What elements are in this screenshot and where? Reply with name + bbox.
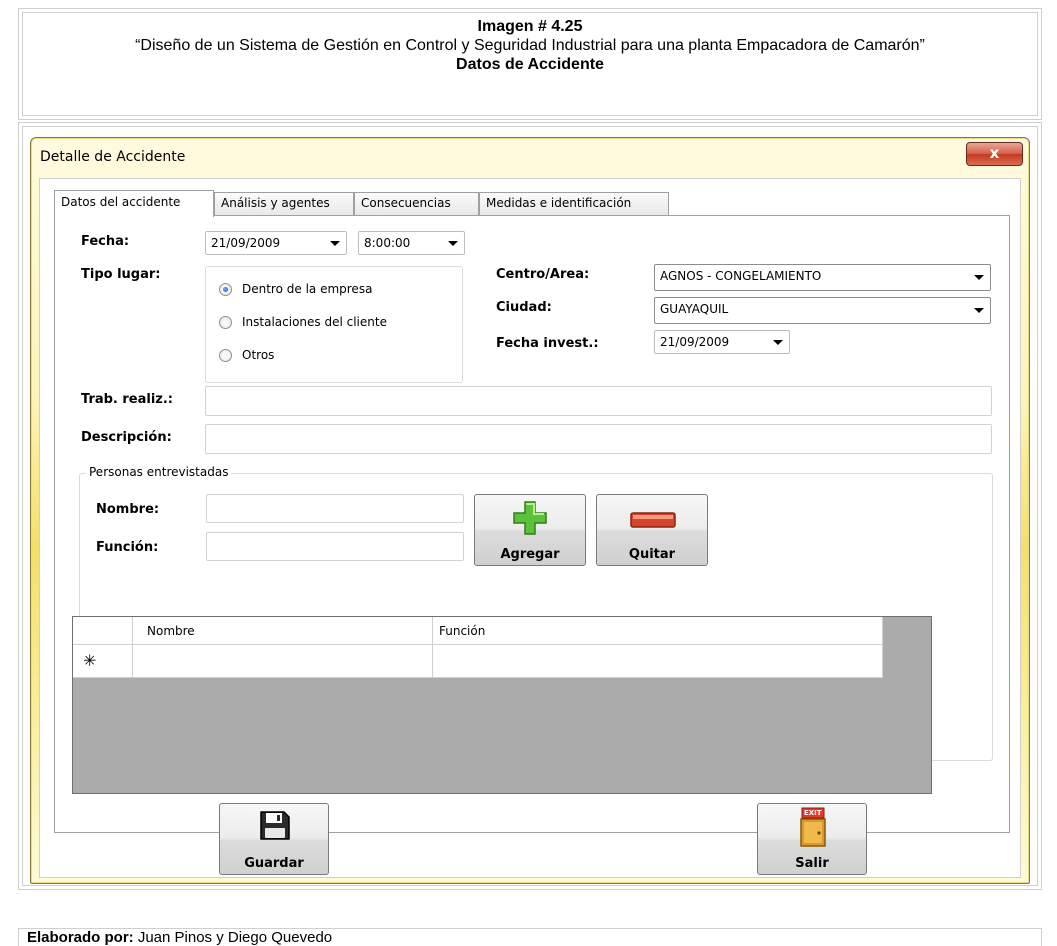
fecha-picker[interactable]: 21/09/2009 (205, 231, 347, 255)
floppy-disk-icon (260, 811, 290, 840)
fecha-value: 21/09/2009 (211, 236, 281, 250)
chevron-down-icon (448, 241, 458, 246)
tipo-lugar-label: Tipo lugar: (81, 267, 161, 282)
quitar-button[interactable]: Quitar (596, 494, 708, 566)
trab-realiz-label: Trab. realiz.: (81, 392, 174, 407)
tipo-lugar-group: Dentro de la empresa Instalaciones del c… (205, 266, 463, 383)
hora-value: 8:00:00 (364, 236, 411, 250)
trab-realiz-input[interactable] (205, 386, 992, 416)
centro-area-select[interactable]: AGNOS - CONGELAMIENTO (654, 264, 991, 291)
quitar-label: Quitar (628, 547, 676, 562)
window-title: Detalle de Accidente (40, 149, 186, 165)
chevron-down-icon (974, 308, 984, 313)
fecha-label: Fecha: (81, 234, 130, 249)
accident-detail-window: Detalle de Accidente x Datos del acciden… (30, 137, 1030, 884)
figure-subtitle: “Diseño de un Sistema de Gestión en Cont… (135, 37, 925, 54)
ciudad-value: GUAYAQUIL (660, 302, 729, 316)
minus-icon (630, 512, 676, 528)
footer-authors: Juan Pinos y Diego Quevedo (133, 929, 333, 946)
hora-picker[interactable]: 8:00:00 (358, 231, 465, 255)
radio-selected-icon (219, 283, 232, 296)
column-header-nombre[interactable]: Nombre (133, 617, 433, 645)
radio-label: Instalaciones del cliente (242, 315, 387, 329)
group-title: Personas entrevistadas (86, 465, 232, 479)
tab-datos-accidente[interactable]: Datos del accidente (54, 190, 214, 217)
plus-icon (513, 501, 547, 535)
radio-unselected-icon (219, 316, 232, 329)
document-header: Imagen # 4.25 “Diseño de un Sistema de G… (18, 8, 1042, 120)
guardar-label: Guardar (244, 856, 304, 871)
agregar-button[interactable]: Agregar (474, 494, 586, 566)
chevron-down-icon (974, 275, 984, 280)
fecha-invest-value: 21/09/2009 (660, 335, 730, 349)
descripcion-input[interactable] (205, 424, 992, 454)
ciudad-label: Ciudad: (496, 300, 552, 315)
descripcion-label: Descripción: (81, 430, 172, 445)
close-icon: x (989, 144, 1000, 162)
salir-button[interactable]: EXIT Salir (757, 803, 867, 875)
salir-label: Salir (795, 856, 829, 871)
fecha-invest-label: Fecha invest.: (496, 336, 599, 351)
agregar-label: Agregar (500, 547, 560, 562)
radio-label: Otros (242, 348, 275, 362)
title-bar[interactable]: Detalle de Accidente x (31, 138, 1029, 174)
exit-sign-label: EXIT (804, 809, 822, 817)
funcion-input[interactable] (206, 532, 464, 561)
chevron-down-icon (773, 340, 783, 345)
table-cell-nombre[interactable] (133, 645, 433, 678)
column-header-funcion[interactable]: Función (433, 617, 883, 645)
centro-area-value: AGNOS - CONGELAMIENTO (660, 269, 822, 283)
nombre-label: Nombre: (96, 502, 160, 517)
table-cell-funcion[interactable] (433, 645, 883, 678)
figure-caption: Datos de Accidente (456, 56, 604, 73)
tab-page-datos-accidente: Fecha: 21/09/2009 8:00:00 Tipo lugar: De… (54, 215, 1010, 833)
document-footer: Elaborado por: Juan Pinos y Diego Queved… (18, 928, 1042, 946)
personas-grid[interactable]: Nombre Función ✳ (72, 616, 932, 794)
radio-label: Dentro de la empresa (242, 282, 373, 296)
tab-medidas-identificacion[interactable]: Medidas e identificación (479, 192, 669, 215)
footer-label: Elaborado por: (27, 929, 134, 946)
figure-number: Imagen # 4.25 (477, 18, 583, 35)
guardar-button[interactable]: Guardar (219, 803, 329, 875)
tab-analisis-agentes[interactable]: Análisis y agentes (214, 192, 354, 215)
funcion-label: Función: (96, 540, 159, 555)
chevron-down-icon (330, 241, 340, 246)
row-header-corner (73, 617, 133, 645)
close-button[interactable]: x (966, 142, 1023, 166)
fecha-invest-picker[interactable]: 21/09/2009 (654, 330, 790, 354)
window-client-area: Datos del accidente Análisis y agentes C… (39, 178, 1021, 878)
new-row-marker: ✳ (73, 645, 133, 678)
ciudad-select[interactable]: GUAYAQUIL (654, 297, 991, 324)
tab-consecuencias[interactable]: Consecuencias (354, 192, 479, 215)
radio-unselected-icon (219, 349, 232, 362)
centro-area-label: Centro/Area: (496, 267, 590, 282)
nombre-input[interactable] (206, 494, 464, 523)
